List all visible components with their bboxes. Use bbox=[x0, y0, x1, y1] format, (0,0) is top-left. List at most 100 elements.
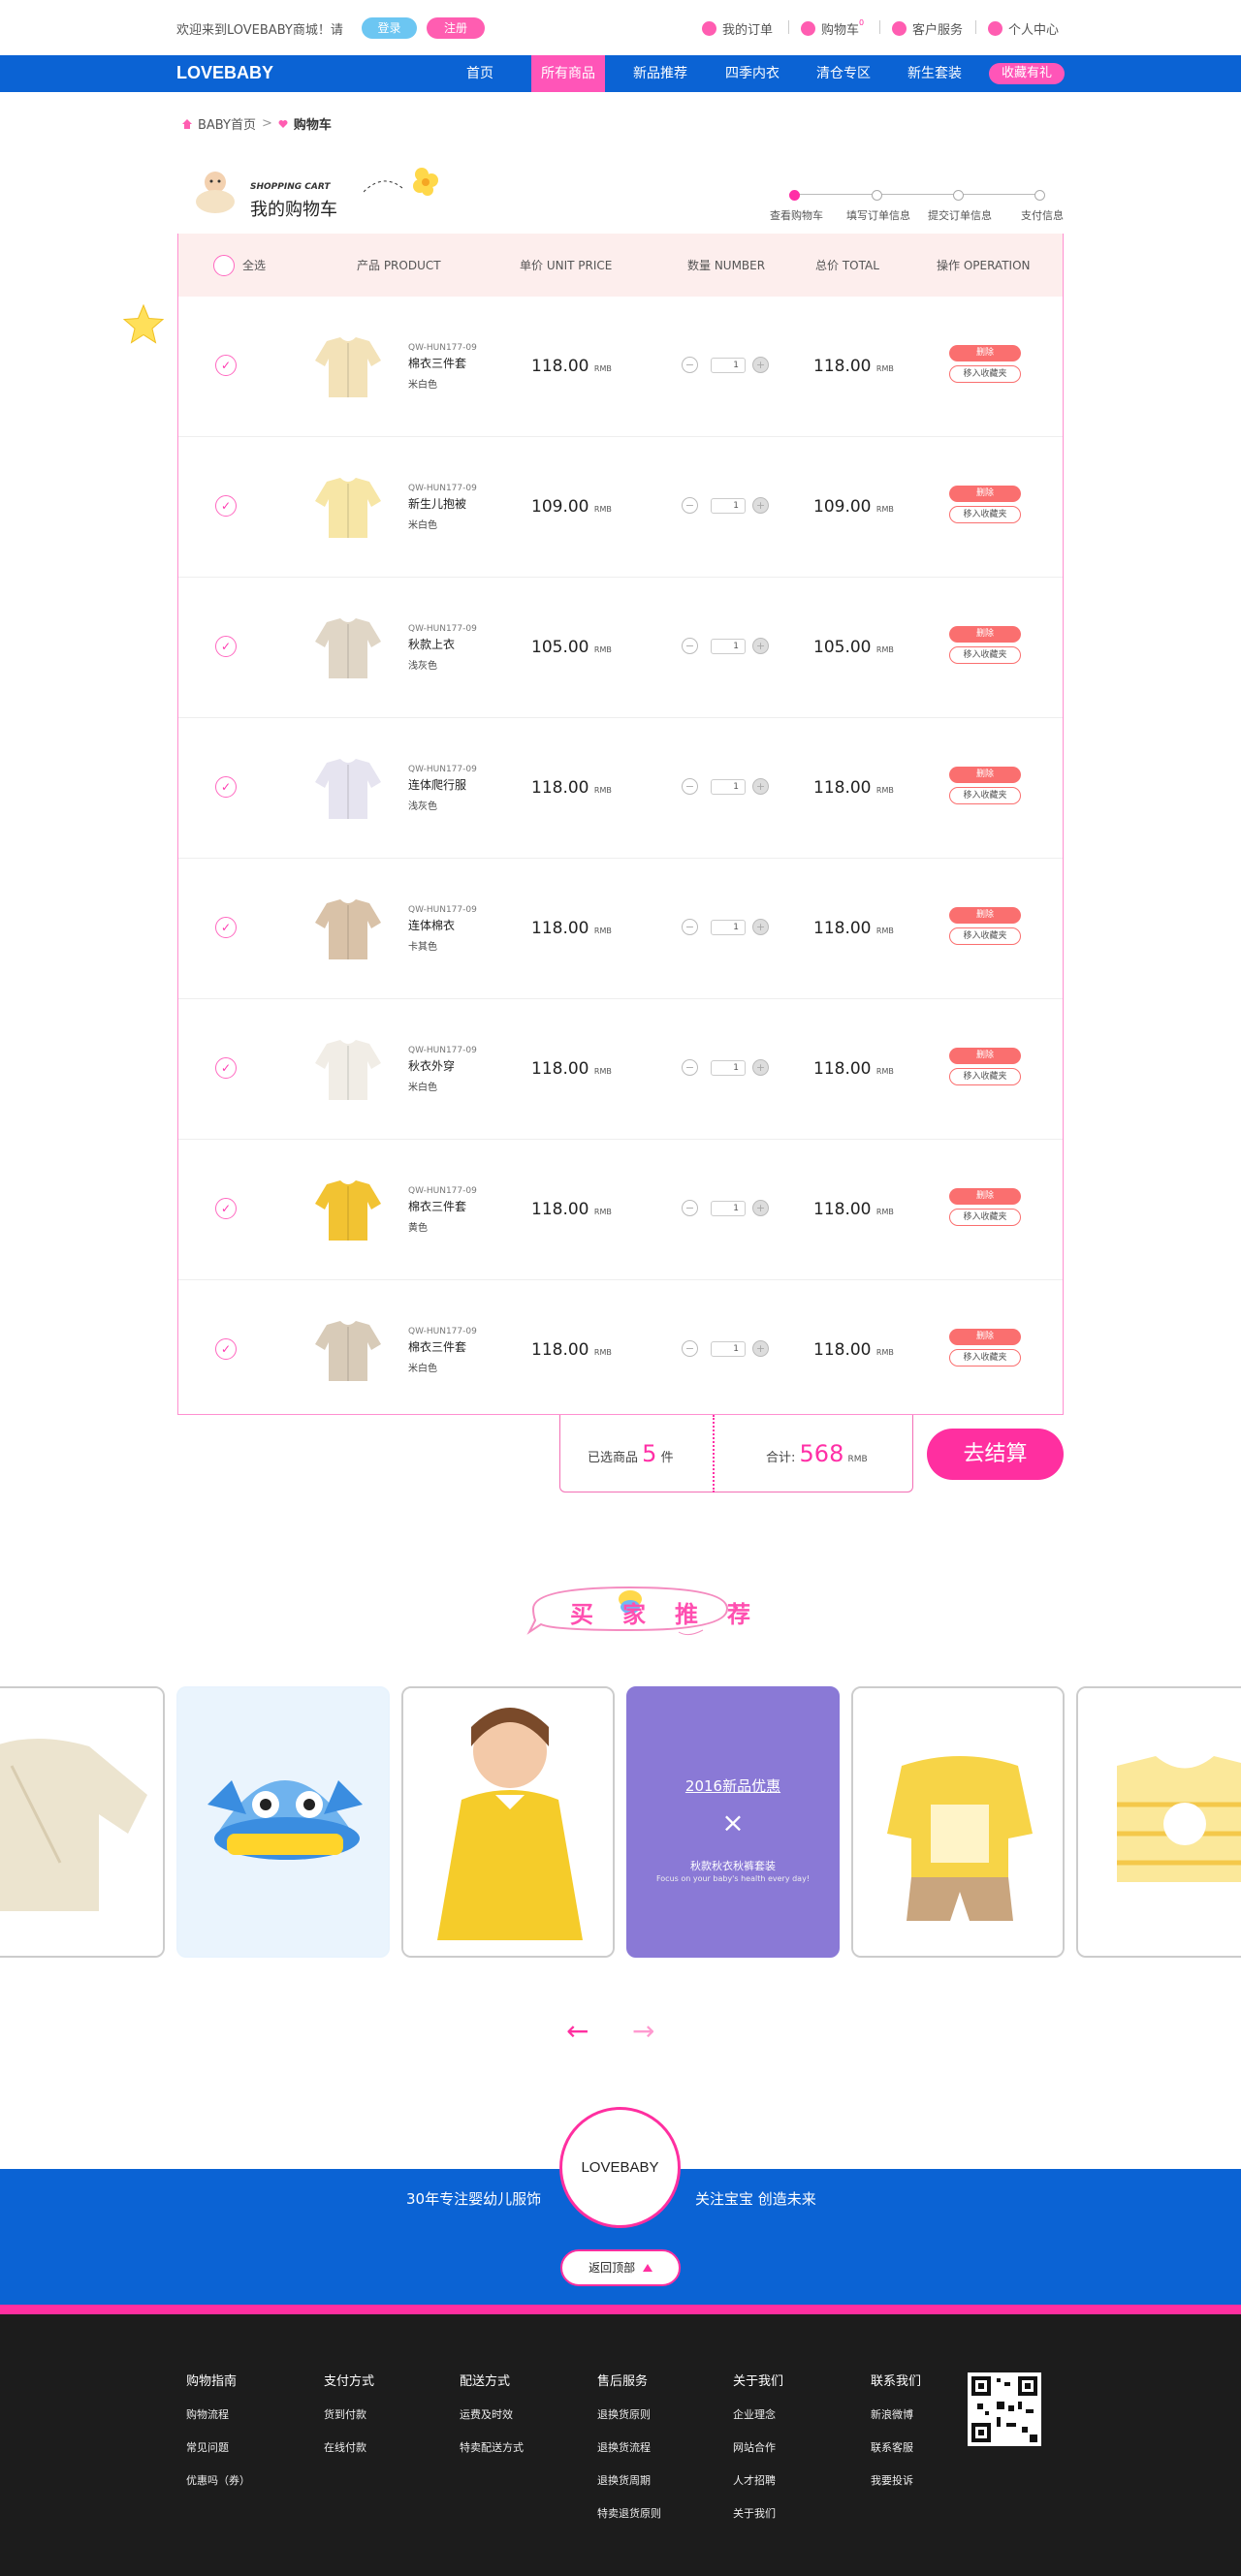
favorite-gift-button[interactable]: 收藏有礼 bbox=[989, 63, 1065, 84]
product-name[interactable]: 棉衣三件套 bbox=[408, 355, 466, 371]
recommend-card[interactable] bbox=[1076, 1686, 1241, 1958]
move-to-favorites-button[interactable]: 移入收藏夹 bbox=[949, 1209, 1021, 1226]
footer-link[interactable]: 退换货周期 bbox=[597, 2472, 661, 2488]
login-button[interactable]: 登录 bbox=[362, 17, 417, 39]
footer-link[interactable]: 在线付款 bbox=[324, 2439, 374, 2455]
recommend-card[interactable] bbox=[851, 1686, 1065, 1958]
nav-item-underwear[interactable]: 四季内衣 bbox=[716, 55, 789, 92]
footer-link[interactable]: 联系客服 bbox=[871, 2439, 921, 2455]
promo-card[interactable]: 2016新品优惠 × 秋款秋衣秋裤套装 Focus on your baby's… bbox=[626, 1686, 840, 1958]
move-to-favorites-button[interactable]: 移入收藏夹 bbox=[949, 1068, 1021, 1085]
product-name[interactable]: 秋衣外穿 bbox=[408, 1057, 455, 1074]
footer-link[interactable]: 优惠吗（券） bbox=[186, 2472, 250, 2488]
product-name[interactable]: 连体棉衣 bbox=[408, 917, 455, 933]
quantity-decrease-button[interactable]: − bbox=[682, 1200, 698, 1216]
quantity-decrease-button[interactable]: − bbox=[682, 638, 698, 654]
product-name[interactable]: 棉衣三件套 bbox=[408, 1338, 466, 1355]
recommend-card[interactable] bbox=[0, 1686, 165, 1958]
quantity-input[interactable]: 1 bbox=[711, 920, 746, 935]
move-to-favorites-button[interactable]: 移入收藏夹 bbox=[949, 927, 1021, 945]
delete-button[interactable]: 删除 bbox=[949, 907, 1021, 924]
footer-link[interactable]: 特卖配送方式 bbox=[460, 2439, 524, 2455]
brand-logo[interactable]: LOVEBABY bbox=[176, 63, 273, 83]
move-to-favorites-button[interactable]: 移入收藏夹 bbox=[949, 365, 1021, 383]
quantity-decrease-button[interactable]: − bbox=[682, 497, 698, 514]
quantity-input[interactable]: 1 bbox=[711, 358, 746, 373]
quantity-increase-button[interactable]: + bbox=[752, 1200, 769, 1216]
my-orders-link[interactable]: 我的订单 bbox=[702, 19, 773, 38]
footer-link[interactable]: 退换货流程 bbox=[597, 2439, 661, 2455]
row-checkbox[interactable]: ✓ bbox=[215, 636, 237, 657]
recommend-card[interactable] bbox=[176, 1686, 390, 1958]
row-checkbox[interactable]: ✓ bbox=[215, 1057, 237, 1079]
footer-link[interactable]: 购物流程 bbox=[186, 2406, 250, 2422]
product-name[interactable]: 新生儿抱被 bbox=[408, 495, 466, 512]
delete-button[interactable]: 删除 bbox=[949, 486, 1021, 502]
quantity-input[interactable]: 1 bbox=[711, 498, 746, 514]
footer-link[interactable]: 企业理念 bbox=[733, 2406, 783, 2422]
quantity-increase-button[interactable]: + bbox=[752, 778, 769, 795]
quantity-input[interactable]: 1 bbox=[711, 1341, 746, 1357]
footer-link[interactable]: 退换货原则 bbox=[597, 2406, 661, 2422]
checkout-button[interactable]: 去结算 bbox=[927, 1429, 1064, 1480]
delete-button[interactable]: 删除 bbox=[949, 767, 1021, 783]
move-to-favorites-button[interactable]: 移入收藏夹 bbox=[949, 646, 1021, 664]
move-to-favorites-button[interactable]: 移入收藏夹 bbox=[949, 1349, 1021, 1367]
breadcrumb-home[interactable]: BABY首页 bbox=[198, 114, 256, 133]
footer-link[interactable]: 运费及时效 bbox=[460, 2406, 524, 2422]
product-name[interactable]: 秋款上衣 bbox=[408, 636, 455, 652]
nav-item-new[interactable]: 新品推荐 bbox=[623, 55, 697, 92]
quantity-input[interactable]: 1 bbox=[711, 639, 746, 654]
delete-button[interactable]: 删除 bbox=[949, 1188, 1021, 1205]
row-checkbox[interactable]: ✓ bbox=[215, 355, 237, 376]
nav-item-clearance[interactable]: 清仓专区 bbox=[807, 55, 880, 92]
quantity-decrease-button[interactable]: − bbox=[682, 357, 698, 373]
footer-link[interactable]: 特卖退货原则 bbox=[597, 2505, 661, 2521]
footer-link[interactable]: 关于我们 bbox=[733, 2505, 783, 2521]
cart-link[interactable]: 购物车 0 bbox=[801, 18, 870, 38]
footer-link[interactable]: 我要投诉 bbox=[871, 2472, 921, 2488]
quantity-increase-button[interactable]: + bbox=[752, 638, 769, 654]
nav-item-newborn[interactable]: 新生套装 bbox=[898, 55, 971, 92]
quantity-increase-button[interactable]: + bbox=[752, 1340, 769, 1357]
quantity-decrease-button[interactable]: − bbox=[682, 1340, 698, 1357]
recommend-card[interactable] bbox=[401, 1686, 615, 1958]
header-select-all[interactable]: 全选 bbox=[242, 257, 266, 273]
carousel-prev-button[interactable]: ← bbox=[562, 2012, 611, 2051]
quantity-increase-button[interactable]: + bbox=[752, 497, 769, 514]
select-all-checkbox[interactable] bbox=[213, 255, 235, 276]
quantity-input[interactable]: 1 bbox=[711, 1201, 746, 1216]
row-checkbox[interactable]: ✓ bbox=[215, 1338, 237, 1360]
customer-service-link[interactable]: 客户服务 bbox=[892, 19, 963, 38]
footer-link[interactable]: 常见问题 bbox=[186, 2439, 250, 2455]
move-to-favorites-button[interactable]: 移入收藏夹 bbox=[949, 506, 1021, 523]
delete-button[interactable]: 删除 bbox=[949, 345, 1021, 361]
user-center-link[interactable]: 个人中心 bbox=[988, 19, 1059, 38]
product-name[interactable]: 连体爬行服 bbox=[408, 776, 466, 793]
footer-link[interactable]: 新浪微博 bbox=[871, 2406, 921, 2422]
quantity-input[interactable]: 1 bbox=[711, 1060, 746, 1076]
row-checkbox[interactable]: ✓ bbox=[215, 917, 237, 938]
carousel-next-button[interactable]: → bbox=[628, 2012, 677, 2051]
nav-item-all-products[interactable]: 所有商品 bbox=[531, 55, 605, 92]
footer-link[interactable]: 人才招聘 bbox=[733, 2472, 783, 2488]
quantity-increase-button[interactable]: + bbox=[752, 1059, 769, 1076]
delete-button[interactable]: 删除 bbox=[949, 1329, 1021, 1345]
row-checkbox[interactable]: ✓ bbox=[215, 495, 237, 517]
delete-button[interactable]: 删除 bbox=[949, 626, 1021, 643]
quantity-decrease-button[interactable]: − bbox=[682, 1059, 698, 1076]
delete-button[interactable]: 删除 bbox=[949, 1048, 1021, 1064]
quantity-decrease-button[interactable]: − bbox=[682, 919, 698, 935]
footer-link[interactable]: 网站合作 bbox=[733, 2439, 783, 2455]
nav-item-home[interactable]: 首页 bbox=[451, 55, 509, 92]
row-checkbox[interactable]: ✓ bbox=[215, 776, 237, 798]
quantity-increase-button[interactable]: + bbox=[752, 919, 769, 935]
product-name[interactable]: 棉衣三件套 bbox=[408, 1198, 466, 1214]
footer-link[interactable]: 货到付款 bbox=[324, 2406, 374, 2422]
quantity-input[interactable]: 1 bbox=[711, 779, 746, 795]
row-checkbox[interactable]: ✓ bbox=[215, 1198, 237, 1219]
register-button[interactable]: 注册 bbox=[427, 17, 485, 39]
move-to-favorites-button[interactable]: 移入收藏夹 bbox=[949, 787, 1021, 804]
quantity-increase-button[interactable]: + bbox=[752, 357, 769, 373]
quantity-decrease-button[interactable]: − bbox=[682, 778, 698, 795]
